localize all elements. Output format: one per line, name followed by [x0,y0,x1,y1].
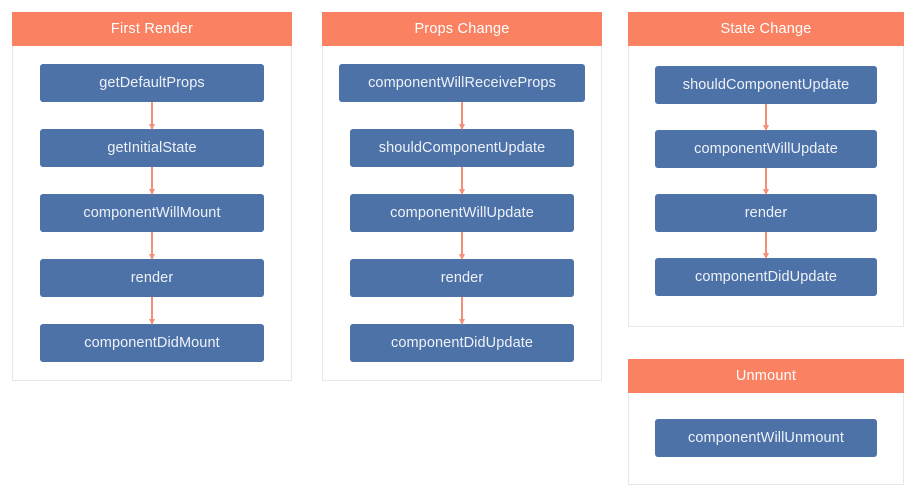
card-unmount-body: componentWillUnmount [629,393,903,457]
flow-arrow-icon [149,167,155,195]
flow-arrow-icon [149,102,155,130]
card-first-render-body: getDefaultProps getInitialState componen… [13,46,291,362]
node-render[interactable]: render [350,259,574,297]
flow-arrow-icon [459,297,465,325]
card-unmount: Unmount componentWillUnmount [628,359,904,485]
node-get-default-props[interactable]: getDefaultProps [40,64,264,102]
node-should-component-update[interactable]: shouldComponentUpdate [350,129,574,167]
node-component-will-unmount[interactable]: componentWillUnmount [655,419,877,457]
node-component-will-mount[interactable]: componentWillMount [40,194,264,232]
flow-arrow-icon [763,168,769,195]
node-should-component-update[interactable]: shouldComponentUpdate [655,66,877,104]
flow-arrow-icon [149,232,155,260]
flow-arrow-icon [149,297,155,325]
flow-arrow-icon [459,232,465,260]
card-props-change-title: Props Change [322,12,602,46]
node-component-did-update[interactable]: componentDidUpdate [655,258,877,296]
card-first-render-title: First Render [12,12,292,46]
node-render[interactable]: render [655,194,877,232]
flow-arrow-icon [459,167,465,195]
lifecycle-diagram: First Render getDefaultProps getInitialS… [0,0,917,500]
node-component-will-update[interactable]: componentWillUpdate [655,130,877,168]
node-component-did-mount[interactable]: componentDidMount [40,324,264,362]
node-render[interactable]: render [40,259,264,297]
card-props-change-body: componentWillReceiveProps shouldComponen… [323,46,601,362]
card-props-change: Props Change componentWillReceiveProps s… [322,12,602,381]
card-state-change-body: shouldComponentUpdate componentWillUpdat… [629,46,903,296]
card-state-change-title: State Change [628,12,904,46]
flow-arrow-icon [763,232,769,259]
node-component-will-update[interactable]: componentWillUpdate [350,194,574,232]
card-first-render: First Render getDefaultProps getInitialS… [12,12,292,381]
node-get-initial-state[interactable]: getInitialState [40,129,264,167]
node-component-did-update[interactable]: componentDidUpdate [350,324,574,362]
flow-arrow-icon [459,102,465,130]
node-component-will-receive-props[interactable]: componentWillReceiveProps [339,64,585,102]
card-state-change: State Change shouldComponentUpdate compo… [628,12,904,327]
flow-arrow-icon [763,104,769,131]
card-unmount-title: Unmount [628,359,904,393]
